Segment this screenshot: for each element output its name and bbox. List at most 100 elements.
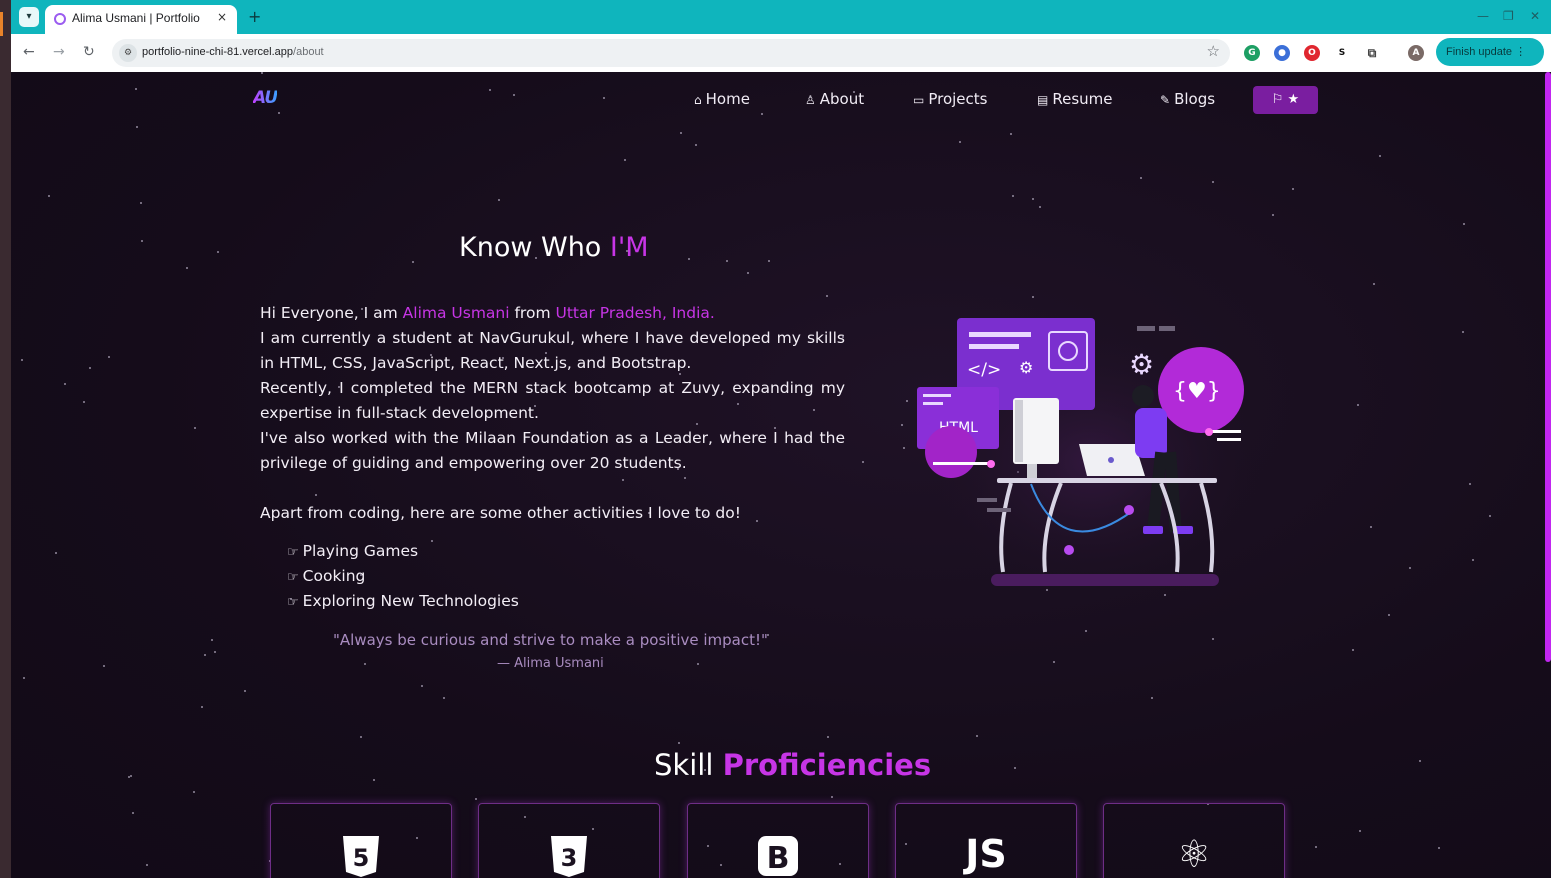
star-dot: [1373, 283, 1375, 285]
star-dot: [826, 295, 828, 297]
code-tag: </>: [967, 360, 1001, 380]
star-dot: [186, 267, 188, 269]
extension-opera-icon[interactable]: O: [1304, 45, 1320, 61]
activity-label: Playing Games: [302, 542, 419, 560]
skill-card-html[interactable]: 5: [270, 803, 452, 878]
star-dot: [1469, 483, 1471, 485]
star-dot: [211, 639, 213, 641]
extension-grammarly-icon[interactable]: G: [1244, 45, 1260, 61]
star-dot: [680, 132, 682, 134]
close-window-icon[interactable]: ✕: [1530, 9, 1540, 23]
heading-accent: I'M: [609, 232, 649, 263]
github-star-button[interactable]: ⚐ ★: [1253, 86, 1318, 114]
back-icon[interactable]: ←: [23, 44, 35, 60]
activity-item: ☞ Exploring New Technologies: [287, 592, 519, 610]
star-dot: [132, 812, 134, 814]
site-info-icon[interactable]: ⚙: [119, 44, 137, 62]
star-dot: [1085, 630, 1087, 632]
star-dot: [1053, 661, 1055, 663]
browser-tab-bar: ▾ Alima Usmani | Portfolio × + — ❐ ✕: [11, 0, 1551, 34]
quote-author: — Alima Usmani: [497, 656, 604, 671]
star-dot: [412, 261, 414, 263]
star-dot: [204, 654, 206, 656]
nav-resume[interactable]: ▤ Resume: [1037, 90, 1112, 108]
tab-search-button[interactable]: ▾: [19, 7, 39, 27]
star-dot: [315, 494, 317, 496]
star-dot: [130, 775, 132, 777]
minimize-icon[interactable]: —: [1477, 9, 1489, 23]
reload-icon[interactable]: ↻: [83, 44, 95, 60]
activity-label: Cooking: [302, 567, 366, 585]
finish-update-button[interactable]: Finish update ⋮: [1436, 38, 1544, 66]
star-dot: [146, 864, 148, 866]
javascript-icon: JS: [965, 832, 1007, 876]
star-dot: [135, 88, 137, 90]
desktop-edge: [0, 0, 11, 878]
css3-glyph: 3: [561, 844, 578, 872]
skill-card-css[interactable]: 3: [478, 803, 660, 878]
nav-home[interactable]: ⌂ Home: [694, 90, 750, 108]
projects-icon: ▭: [913, 93, 925, 107]
browser-toolbar: ← → ↻ ⚙ portfolio-nine-chi-81.vercel.app…: [11, 34, 1551, 72]
finish-update-label: Finish update: [1446, 46, 1513, 58]
braces-heart: {♥}: [1173, 379, 1221, 404]
svg-text:⚙: ⚙: [1019, 358, 1033, 377]
extension-blue-icon[interactable]: ●: [1274, 45, 1290, 61]
nav-about-label: About: [819, 90, 865, 108]
star-dot: [1032, 198, 1034, 200]
star-dot: [128, 776, 130, 778]
star-dot: [1463, 223, 1465, 225]
profile-avatar[interactable]: A: [1408, 45, 1424, 61]
address-bar[interactable]: ⚙ portfolio-nine-chi-81.vercel.app/about…: [112, 39, 1230, 67]
star-dot: [768, 260, 770, 262]
intro-line-2: I am currently a student at NavGurukul, …: [260, 329, 845, 372]
nav-projects[interactable]: ▭ Projects: [913, 90, 987, 108]
star-dot: [214, 651, 216, 653]
extensions-puzzle-icon[interactable]: ⧉: [1364, 45, 1380, 61]
star-dot: [901, 424, 903, 426]
activities-intro: Apart from coding, here are some other a…: [260, 504, 741, 522]
star-dot: [23, 677, 25, 679]
star-dot: [193, 791, 195, 793]
intro-line-3: Recently, I completed the MERN stack boo…: [260, 379, 845, 422]
star-dot: [1315, 846, 1317, 848]
star-dot: [678, 742, 680, 744]
intro-prefix: Hi Everyone, I am: [260, 304, 403, 322]
extension-s-icon[interactable]: S: [1334, 45, 1350, 61]
page-scrollbar[interactable]: [1545, 72, 1551, 662]
document-icon: ▤: [1037, 93, 1049, 107]
nav-about[interactable]: ♙ About: [805, 90, 864, 108]
html5-glyph: 5: [353, 844, 370, 872]
star-dot: [1438, 847, 1440, 849]
star-dot: [1462, 331, 1464, 333]
star-dot: [1409, 567, 1411, 569]
star-dot: [726, 260, 728, 262]
star-dot: [89, 367, 91, 369]
restore-icon[interactable]: ❐: [1503, 9, 1514, 23]
star-dot: [278, 112, 280, 114]
star-dot: [475, 798, 477, 800]
skill-card-react[interactable]: ⚛: [1103, 803, 1285, 878]
url-text[interactable]: portfolio-nine-chi-81.vercel.app/about: [142, 46, 324, 58]
nav-blogs[interactable]: ✎ Blogs: [1160, 90, 1215, 108]
logo[interactable]: AU: [253, 88, 278, 108]
intro-line-4: I've also worked with the Milaan Foundat…: [260, 429, 845, 472]
bookmark-star-icon[interactable]: ☆: [1207, 42, 1220, 60]
skill-card-bootstrap[interactable]: B: [687, 803, 869, 878]
star-dot: [1140, 177, 1142, 179]
tab-close-button[interactable]: ×: [217, 10, 227, 24]
star-dot: [244, 690, 246, 692]
star-dot: [1388, 614, 1390, 616]
browser-tab[interactable]: Alima Usmani | Portfolio ×: [45, 5, 237, 34]
star-dot: [55, 552, 57, 554]
star-dot: [1352, 649, 1354, 651]
developer-illustration: </> ⚙ HTML ⚙ {♥}: [916, 318, 1266, 602]
star-dot: [108, 356, 110, 358]
skills-heading: Skill Proficiencies: [654, 748, 931, 782]
forward-icon[interactable]: →: [53, 44, 65, 60]
star-dot: [695, 144, 697, 146]
star-dot: [194, 427, 196, 429]
skills-heading-prefix: Skill: [654, 748, 723, 782]
skill-card-javascript[interactable]: JS: [895, 803, 1077, 878]
new-tab-button[interactable]: +: [248, 7, 261, 26]
